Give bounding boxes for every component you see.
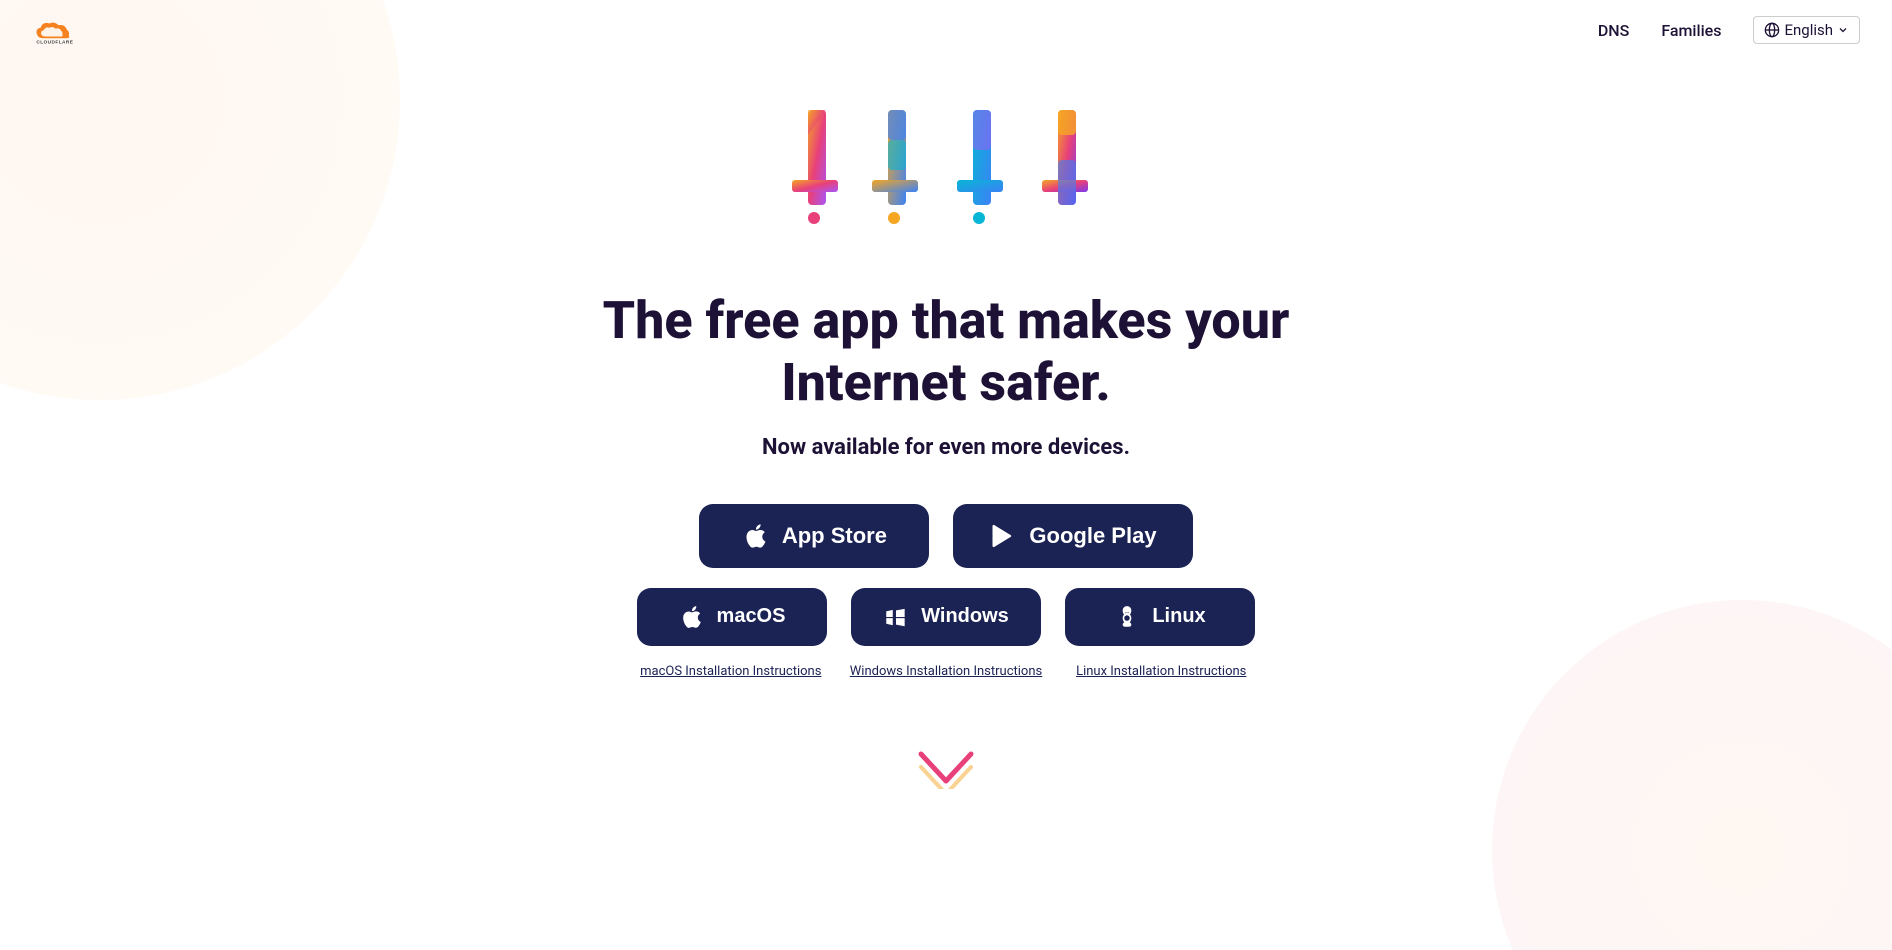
linux-label: Linux xyxy=(1152,605,1205,628)
macos-button[interactable]: macOS xyxy=(637,588,827,646)
language-label: English xyxy=(1784,21,1833,39)
google-play-button[interactable]: Google Play xyxy=(953,504,1192,568)
windows-icon xyxy=(883,604,909,630)
windows-label: Windows xyxy=(921,605,1009,628)
google-play-label: Google Play xyxy=(1029,523,1156,549)
navbar: CLOUDFLARE DNS Families English xyxy=(0,0,1892,60)
hero-headline: The free app that makes your Internet sa… xyxy=(596,290,1296,415)
cloudflare-logo-icon: CLOUDFLARE xyxy=(32,14,84,46)
chevron-v-icon xyxy=(916,749,976,789)
play-store-icon xyxy=(989,522,1017,550)
store-buttons-row: App Store Google Play xyxy=(699,504,1192,568)
install-links-row: macOS Installation Instructions Windows … xyxy=(636,664,1256,679)
app-store-label: App Store xyxy=(782,523,887,549)
language-selector[interactable]: English xyxy=(1753,16,1860,44)
desktop-buttons-row: macOS Windows Linux xyxy=(637,588,1255,646)
nav-right: DNS Families English xyxy=(1598,16,1860,44)
svg-text:CLOUDFLARE: CLOUDFLARE xyxy=(36,39,73,45)
nav-link-families[interactable]: Families xyxy=(1661,21,1721,40)
linux-button[interactable]: Linux xyxy=(1065,588,1255,646)
globe-icon xyxy=(1764,22,1780,38)
apple-icon xyxy=(742,522,770,550)
logo-1111 xyxy=(776,100,1116,260)
linux-install-link[interactable]: Linux Installation Instructions xyxy=(1066,664,1256,679)
windows-button[interactable]: Windows xyxy=(851,588,1041,646)
hero-section: The free app that makes your Internet sa… xyxy=(0,60,1892,849)
linux-icon xyxy=(1114,604,1140,630)
apple-macos-icon xyxy=(679,604,705,630)
scroll-indicator[interactable] xyxy=(916,749,976,789)
macos-install-link[interactable]: macOS Installation Instructions xyxy=(636,664,826,679)
hero-subheadline: Now available for even more devices. xyxy=(762,435,1130,460)
chevron-down-icon xyxy=(1837,24,1849,36)
windows-install-link[interactable]: Windows Installation Instructions xyxy=(850,664,1042,679)
logo[interactable]: CLOUDFLARE xyxy=(32,14,84,46)
app-store-button[interactable]: App Store xyxy=(699,504,929,568)
macos-label: macOS xyxy=(717,605,786,628)
nav-link-dns[interactable]: DNS xyxy=(1598,21,1629,40)
